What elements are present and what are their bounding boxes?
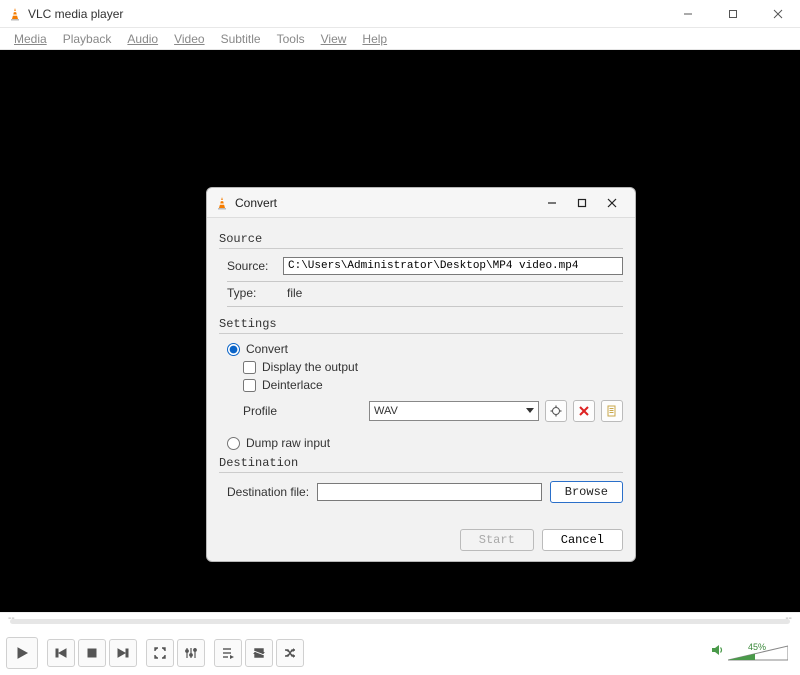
browse-button[interactable]: Browse (550, 481, 623, 503)
delete-profile-button[interactable] (573, 400, 595, 422)
profile-combobox[interactable]: WAV (369, 401, 539, 421)
minimize-button[interactable] (665, 0, 710, 28)
convert-radio-label: Convert (246, 342, 288, 356)
source-group-label: Source (219, 232, 623, 246)
dialog-maximize-button[interactable] (567, 191, 597, 215)
volume-control[interactable]: 45% (710, 643, 788, 662)
type-value: file (283, 286, 302, 300)
dialog-close-button[interactable] (597, 191, 627, 215)
video-area: Convert Source Source: Type: file Settin… (0, 50, 800, 612)
fullscreen-button[interactable] (146, 639, 174, 667)
settings-group-label: Settings (219, 317, 623, 331)
play-button[interactable] (6, 637, 38, 669)
playback-controls: 45% (0, 630, 800, 675)
deinterlace-label: Deinterlace (262, 378, 323, 392)
profile-value: WAV (374, 405, 398, 417)
stop-button[interactable] (78, 639, 106, 667)
previous-button[interactable] (47, 639, 75, 667)
menubar: Media Playback Audio Video Subtitle Tool… (0, 28, 800, 50)
destination-group-label: Destination (219, 456, 623, 470)
convert-radio[interactable] (227, 343, 240, 356)
divider (219, 472, 623, 473)
new-profile-button[interactable] (601, 400, 623, 422)
menu-view[interactable]: View (313, 32, 355, 46)
source-input[interactable] (283, 257, 623, 275)
dialog-title: Convert (235, 196, 537, 210)
convert-dialog: Convert Source Source: Type: file Settin… (206, 187, 636, 562)
menu-audio[interactable]: Audio (119, 32, 166, 46)
window-title: VLC media player (28, 7, 665, 21)
deinterlace-checkbox[interactable] (243, 379, 256, 392)
extended-settings-button[interactable] (177, 639, 205, 667)
maximize-button[interactable] (710, 0, 755, 28)
dump-raw-radio[interactable] (227, 437, 240, 450)
menu-help[interactable]: Help (354, 32, 395, 46)
seek-track[interactable] (10, 619, 790, 624)
divider (227, 281, 623, 282)
menu-playback[interactable]: Playback (55, 32, 120, 46)
menu-tools[interactable]: Tools (269, 32, 313, 46)
loop-button[interactable] (245, 639, 273, 667)
display-output-checkbox[interactable] (243, 361, 256, 374)
cancel-button[interactable]: Cancel (542, 529, 623, 551)
shuffle-button[interactable] (276, 639, 304, 667)
dialog-titlebar: Convert (207, 188, 635, 218)
close-button[interactable] (755, 0, 800, 28)
menu-media[interactable]: Media (6, 32, 55, 46)
next-button[interactable] (109, 639, 137, 667)
menu-video[interactable]: Video (166, 32, 212, 46)
type-label: Type: (227, 286, 283, 300)
main-titlebar: VLC media player (0, 0, 800, 28)
dump-raw-label: Dump raw input (246, 436, 330, 450)
seek-bar[interactable] (0, 612, 800, 630)
playlist-button[interactable] (214, 639, 242, 667)
chevron-down-icon (526, 405, 534, 417)
destination-file-input[interactable] (317, 483, 542, 501)
divider (219, 248, 623, 249)
vlc-cone-icon (8, 7, 22, 21)
volume-percent: 45% (748, 642, 766, 652)
speaker-icon (710, 643, 724, 662)
start-button[interactable]: Start (460, 529, 534, 551)
profile-label: Profile (243, 404, 363, 418)
menu-subtitle[interactable]: Subtitle (213, 32, 269, 46)
display-output-label: Display the output (262, 360, 358, 374)
edit-profile-button[interactable] (545, 400, 567, 422)
divider (227, 306, 623, 307)
divider (219, 333, 623, 334)
destination-file-label: Destination file: (227, 485, 309, 499)
volume-slider[interactable]: 45% (728, 644, 788, 662)
source-label: Source: (227, 259, 283, 273)
dialog-minimize-button[interactable] (537, 191, 567, 215)
vlc-cone-icon (215, 196, 229, 210)
